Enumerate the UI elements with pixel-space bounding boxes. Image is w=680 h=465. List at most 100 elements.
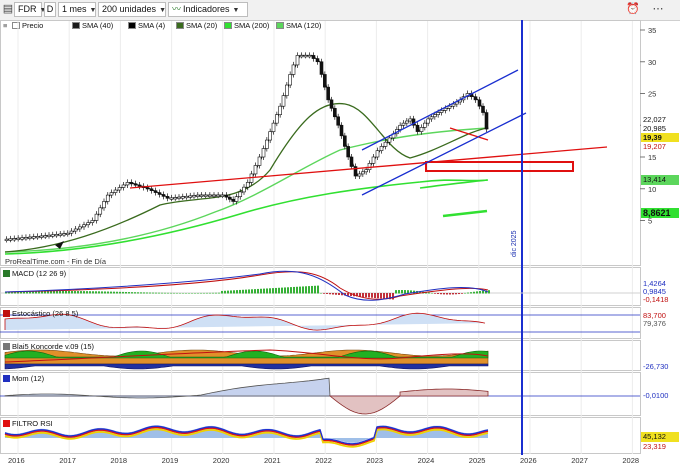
stochastic-label-text: Estocástico (26 8 5) [12, 309, 79, 318]
macd-bar [194, 292, 196, 294]
candle-body [234, 196, 239, 202]
price-tick-label: 35 [648, 26, 656, 35]
macd-bar [143, 292, 145, 294]
year-label: 2020 [212, 456, 230, 465]
macd-bar [380, 293, 382, 299]
candle-body [145, 187, 150, 190]
candle-body [173, 197, 178, 200]
year-label: 2024 [417, 456, 435, 465]
candle-body [261, 148, 266, 158]
momentum-icon [3, 375, 10, 382]
candle-body [105, 194, 110, 202]
year-label: 2016 [8, 456, 25, 465]
candle-body [231, 199, 235, 202]
rsi-label[interactable]: FILTRO RSI [3, 419, 53, 428]
macd-bar [434, 293, 436, 294]
candle-body [47, 234, 51, 237]
macd-icon [3, 270, 10, 277]
macd-bar [266, 288, 268, 294]
candle-body [78, 226, 82, 230]
candle-body [346, 146, 350, 158]
candle-body [398, 124, 402, 130]
candle-body [333, 108, 337, 118]
year-label: 2023 [366, 456, 384, 465]
macd-bar [236, 290, 238, 294]
macd-bar [185, 292, 187, 294]
macd-bar [83, 291, 85, 294]
vertical-date-label: dic 2025 [511, 230, 518, 257]
candle-body [4, 238, 9, 241]
macd-bar [95, 291, 97, 294]
candle-body [228, 196, 232, 200]
chart-area[interactable]: 3530252015105 [0, 0, 680, 465]
macd-bar [125, 291, 127, 294]
candle-body [423, 122, 427, 128]
macd-bar [62, 291, 64, 294]
stoch-tag-2: 79,376 [641, 319, 679, 329]
macd-bar [281, 287, 283, 294]
macd-bar [461, 293, 463, 294]
macd-bar [65, 291, 67, 294]
macd-bar [479, 291, 481, 294]
macd-bar [299, 286, 301, 294]
candle-body [343, 135, 347, 147]
mom-tag-1: -0,0100 [641, 391, 679, 401]
macd-label[interactable]: MACD (12 26 9) [3, 269, 66, 278]
macd-bar [179, 292, 181, 294]
rsi-label-text: FILTRO RSI [12, 419, 53, 428]
stochastic-panel [0, 312, 640, 333]
year-label: 2027 [571, 456, 588, 465]
macd-bar [449, 293, 451, 295]
sma200-line [4, 179, 489, 255]
red-trendline [129, 146, 608, 189]
momentum-label[interactable]: Mom (12) [3, 374, 44, 383]
macd-bar [362, 293, 364, 297]
candle-body [73, 228, 78, 232]
candle-body [125, 182, 130, 186]
candle-body [401, 122, 406, 126]
macd-bar [296, 286, 298, 294]
candle-body [12, 238, 17, 241]
macd-bar [437, 293, 439, 295]
price-tick-label: 25 [648, 90, 656, 99]
rsi-tag-2: 23,319 [641, 442, 679, 452]
stochastic-label[interactable]: Estocástico (26 8 5) [3, 309, 78, 318]
candle-body [20, 237, 24, 240]
macd-bar [182, 292, 184, 294]
candle-body [375, 150, 380, 158]
candle-body [439, 110, 444, 113]
macd-line [4, 270, 489, 301]
candle-body [242, 186, 246, 193]
koncorde-label[interactable]: Blai5 Koncorde v.09 (15) [3, 342, 94, 351]
rsi-icon [3, 420, 10, 427]
macd-bar [221, 290, 223, 294]
macd-bar [137, 292, 139, 294]
macd-bar [89, 291, 91, 294]
macd-bar [431, 292, 433, 294]
candle-body [367, 163, 372, 171]
macd-bar [47, 291, 49, 294]
macd-bar [140, 292, 142, 294]
sma120-line [4, 127, 489, 253]
macd-bar [104, 291, 106, 294]
watermark: ProRealTime.com - Fin de Día [5, 257, 107, 266]
macd-bar [287, 287, 289, 294]
macd-bar [239, 289, 241, 294]
macd-bar [404, 290, 406, 294]
channel-upper [361, 69, 519, 151]
stochastic-icon [3, 310, 10, 317]
candle-body [336, 116, 340, 126]
macd-bar [224, 290, 226, 294]
candle-body [90, 220, 95, 223]
candle-body [177, 196, 181, 199]
macd-bar [116, 291, 118, 294]
candle-body [408, 118, 412, 122]
macd-bar [251, 289, 253, 294]
candle-body [326, 86, 330, 101]
candle-body [361, 171, 365, 175]
macd-bar [188, 292, 190, 294]
candle-body [24, 237, 28, 240]
candle-body [357, 173, 362, 177]
macd-bar [290, 287, 292, 294]
candle-body [429, 116, 434, 120]
